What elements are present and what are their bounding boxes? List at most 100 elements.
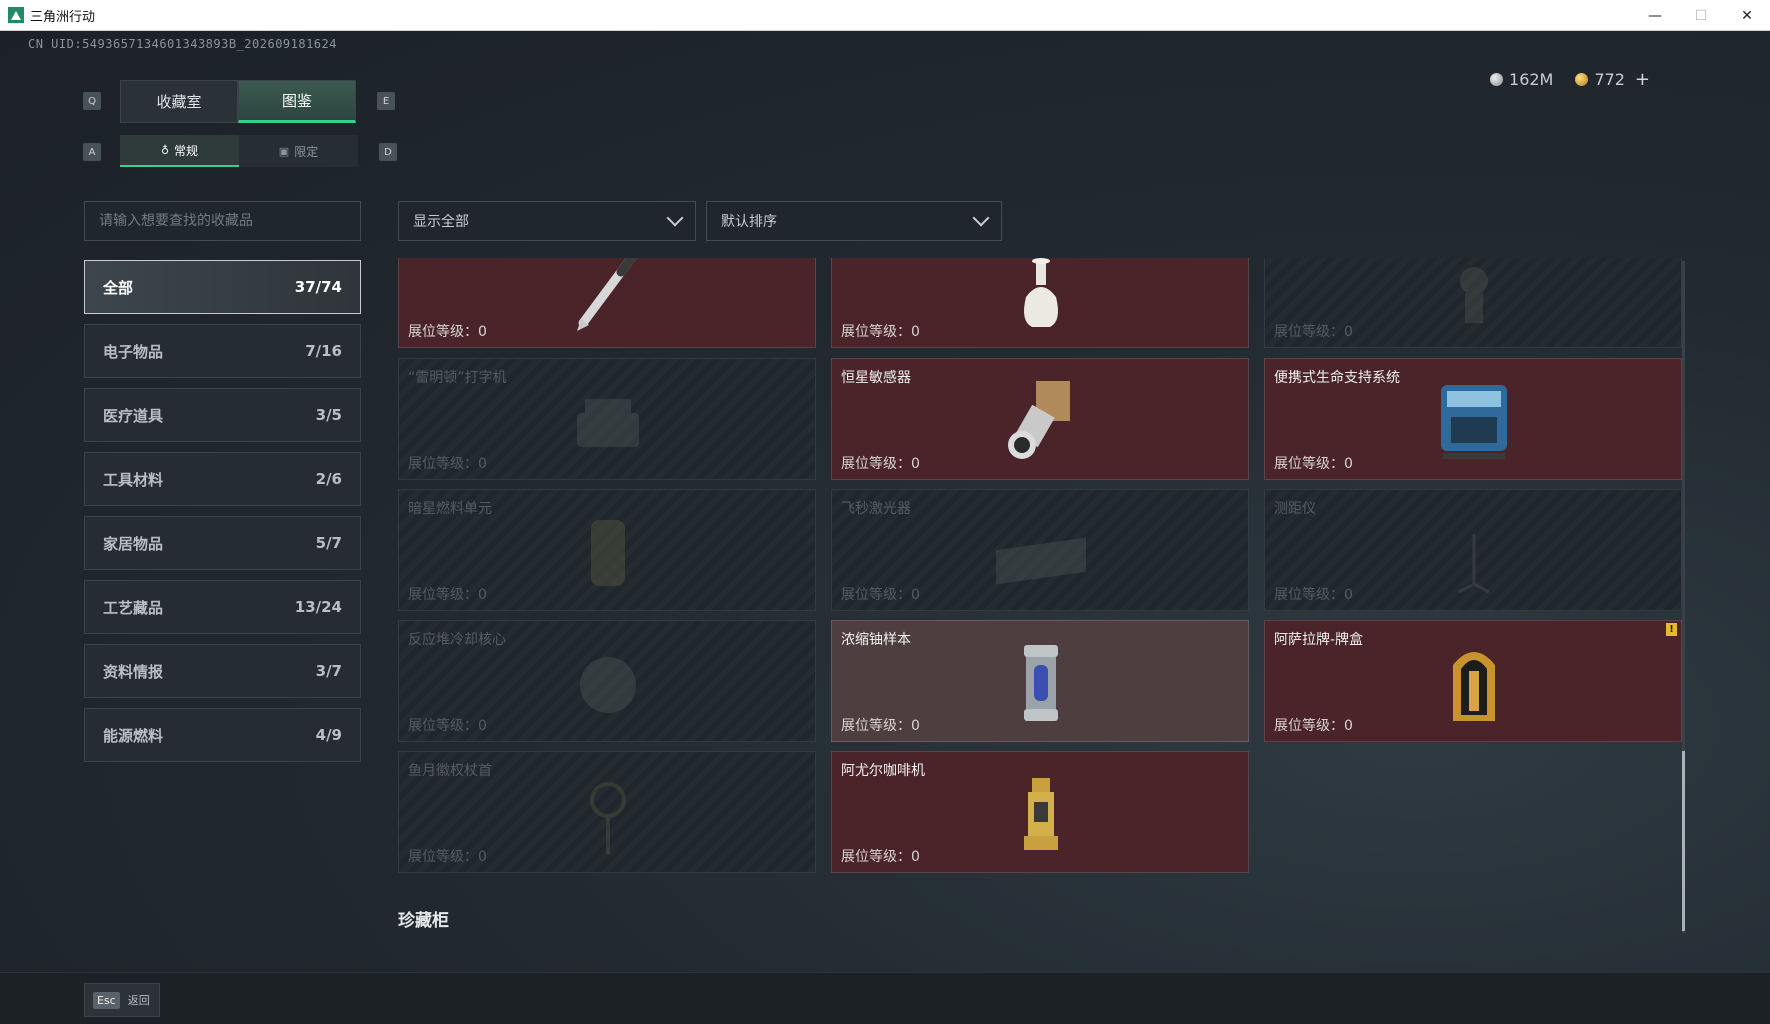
category-count: 3/5 [315, 406, 342, 424]
category-count: 2/6 [315, 470, 342, 488]
vase-icon [1024, 258, 1058, 327]
category-label: 医疗道具 [103, 406, 164, 425]
collection-card[interactable]: 阿萨拉牌-牌盒 ! 展位等级：0 [1264, 620, 1682, 742]
minimize-button[interactable]: — [1632, 0, 1678, 31]
section-title: 珍藏柜 [398, 911, 449, 931]
card-level: 展位等级：0 [408, 718, 487, 734]
rangefinder-icon [1458, 534, 1490, 594]
category-count: 13/24 [294, 598, 342, 616]
currency-bar: 162M 772 + [1490, 69, 1650, 90]
category-label: 能源燃料 [103, 726, 164, 745]
maximize-button[interactable]: ☐ [1678, 0, 1724, 31]
category-label: 工具材料 [103, 470, 164, 489]
card-name: 鱼月徽权杖首 [408, 763, 492, 779]
card-level: 展位等级：0 [841, 718, 920, 734]
card-level: 展位等级：0 [841, 456, 920, 472]
reactor-core-icon [580, 657, 636, 713]
card-level: 展位等级：0 [841, 587, 920, 603]
card-level: 展位等级：0 [1274, 456, 1353, 472]
category-all[interactable]: 全部 37/74 [84, 260, 361, 314]
card-name: 测距仪 [1274, 501, 1316, 517]
card-level: 展位等级：0 [841, 324, 920, 340]
card-name: 飞秒激光器 [841, 501, 911, 517]
tab-catalog[interactable]: 图鉴 [238, 80, 356, 123]
collection-card[interactable]: 测距仪 展位等级：0 [1264, 489, 1682, 611]
category-intel[interactable]: 资料情报 3/7 [84, 644, 361, 698]
card-name: 便携式生命支持系统 [1274, 370, 1400, 386]
card-name: 恒星敏感器 [841, 370, 911, 386]
category-tools[interactable]: 工具材料 2/6 [84, 452, 361, 506]
card-level: 展位等级：0 [1274, 324, 1353, 340]
collection-card[interactable]: 鱼月徽权杖首 展位等级：0 [398, 751, 816, 873]
game-area: CN UID:5493657134601343893B_202609181624… [0, 31, 1770, 1024]
category-energy[interactable]: 能源燃料 4/9 [84, 708, 361, 762]
statue-icon [1460, 267, 1488, 323]
card-level: 展位等级：0 [841, 849, 920, 865]
regular-icon: ♁ [160, 143, 170, 157]
card-name: 反应堆冷却核心 [408, 632, 506, 648]
category-crafts[interactable]: 工艺藏品 13/24 [84, 580, 361, 634]
card-name: 浓缩铀样本 [841, 632, 911, 648]
filter-dropdown[interactable]: 显示全部 [398, 201, 696, 241]
card-level: 展位等级：0 [1274, 587, 1353, 603]
close-button[interactable]: ✕ [1724, 0, 1770, 31]
window-titlebar: 三角洲行动 — ☐ ✕ [0, 0, 1770, 31]
gold-amount: 772 [1594, 70, 1625, 89]
card-name: “雷明顿”打字机 [408, 370, 507, 386]
category-list: 全部 37/74 电子物品 7/16 医疗道具 3/5 工具材料 2/6 家居物… [84, 260, 361, 772]
collection-card[interactable]: “雷明顿”打字机 展位等级：0 [398, 358, 816, 480]
collection-card[interactable]: 展位等级：0 [398, 258, 816, 348]
player-uid: CN UID:5493657134601343893B_202609181624 [28, 37, 337, 51]
add-currency-button[interactable]: + [1635, 69, 1650, 90]
card-level: 展位等级：0 [408, 587, 487, 603]
laser-icon [996, 532, 1086, 590]
silver-amount: 162M [1509, 70, 1554, 89]
collection-card[interactable]: 反应堆冷却核心 展位等级：0 [398, 620, 816, 742]
chevron-down-icon [666, 209, 684, 227]
silver-currency: 162M [1490, 70, 1553, 89]
collection-card[interactable]: 阿尤尔咖啡机 展位等级：0 [831, 751, 1249, 873]
sort-dropdown-value: 默认排序 [721, 214, 777, 230]
life-support-icon [1441, 385, 1507, 459]
collection-card[interactable]: 飞秒激光器 展位等级：0 [831, 489, 1249, 611]
key-hint-a: A [83, 143, 101, 161]
window-title: 三角洲行动 [30, 9, 96, 25]
collection-card[interactable]: 便携式生命支持系统 展位等级：0 [1264, 358, 1682, 480]
sort-dropdown[interactable]: 默认排序 [706, 201, 1002, 241]
app-logo-icon [8, 7, 24, 23]
collection-search-input[interactable] [84, 201, 361, 241]
collection-grid: 展位等级：0 展位等级：0 展位等级：0 “雷明顿”打字机 展位等级：0 恒星敏… [398, 258, 1682, 914]
silver-coin-icon [1490, 73, 1504, 86]
category-label: 全部 [103, 278, 134, 297]
collection-card[interactable]: 展位等级：0 [831, 258, 1249, 348]
category-household[interactable]: 家居物品 5/7 [84, 516, 361, 570]
typewriter-icon [577, 399, 639, 447]
back-button[interactable]: Esc 返回 [84, 983, 160, 1017]
back-label: 返回 [127, 994, 150, 1007]
collection-card[interactable]: 暗星燃料单元 展位等级：0 [398, 489, 816, 611]
grid-scrollbar-thumb[interactable] [1682, 751, 1685, 931]
tab-collection-room[interactable]: 收藏室 [120, 80, 238, 123]
card-box-icon [1453, 652, 1495, 721]
category-electronics[interactable]: 电子物品 7/16 [84, 324, 361, 378]
category-medical[interactable]: 医疗道具 3/5 [84, 388, 361, 442]
subtab-limited-label: 限定 [294, 144, 319, 159]
key-hint-d: D [379, 143, 397, 161]
card-level: 展位等级：0 [1274, 718, 1353, 734]
card-name: 阿尤尔咖啡机 [841, 763, 925, 779]
fuel-cell-icon [591, 520, 625, 586]
card-name: 阿萨拉牌-牌盒 [1274, 632, 1364, 648]
category-label: 电子物品 [103, 342, 164, 361]
collection-card[interactable]: 恒星敏感器 展位等级：0 [831, 358, 1249, 480]
gold-currency: 772 + [1575, 69, 1650, 90]
category-label: 资料情报 [103, 662, 164, 681]
subtab-regular[interactable]: ♁ 常规 [120, 135, 239, 167]
category-label: 工艺藏品 [103, 598, 164, 617]
collection-card[interactable]: 展位等级：0 [1264, 258, 1682, 348]
category-count: 37/74 [294, 278, 342, 296]
category-count: 3/7 [315, 662, 342, 680]
filter-dropdown-value: 显示全部 [413, 214, 469, 230]
gold-coin-icon [1575, 73, 1589, 86]
collection-card[interactable]: 浓缩铀样本 展位等级：0 [831, 620, 1249, 742]
subtab-limited[interactable]: ▣ 限定 [239, 135, 358, 167]
